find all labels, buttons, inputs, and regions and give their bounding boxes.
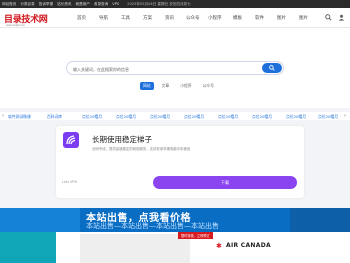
topbar-link-category[interactable]: 分类目录 <box>20 2 34 7</box>
nav-images[interactable]: 图片 <box>277 15 286 21</box>
ad-title: 长期使用稳定梯子 <box>92 135 152 144</box>
quick-link[interactable]: 点位20帽月 <box>286 114 306 120</box>
tab-article[interactable]: 文章 <box>159 82 173 90</box>
ad-description: 全网专线，提供高速稳定的网络服务，支持安卓苹果电脑手机使用 <box>92 147 191 151</box>
tab-official-account[interactable]: 公众号 <box>200 82 217 90</box>
banner-decoration <box>290 208 350 232</box>
banner-subline: 本站出售—本站出售—本站出售—本站出售 <box>86 222 219 230</box>
quick-link[interactable]: 软件测试微课 <box>8 114 31 120</box>
nav-official-account[interactable]: 公众号 <box>186 15 200 21</box>
ad-card[interactable]: 长期使用稳定梯子 全网专线，提供高速稳定的网络服务，支持安卓苹果电脑手机使用 L… <box>56 126 304 198</box>
site-sale-banner[interactable]: 本站出售，点我看价格 本站出售—本站出售—本站出售—本站出售 <box>0 208 350 232</box>
nav-news[interactable]: 资讯 <box>165 15 174 21</box>
topbar-link-news[interactable]: 站长资讯 <box>57 2 71 7</box>
banner-image <box>80 234 190 263</box>
quick-link[interactable]: 点位20帽月 <box>218 114 238 120</box>
nav-home[interactable]: 首页 <box>77 15 86 21</box>
promo-tag: 限时特惠，立即预订 <box>178 232 213 239</box>
topbar-date: 2025年05月04日 星期日 农历四月初七 <box>127 1 191 6</box>
nav-images-2[interactable]: 图片 <box>299 15 308 21</box>
nav-mini-program[interactable]: 小程序 <box>208 15 222 21</box>
chevron-right-icon[interactable]: › <box>344 113 346 119</box>
chevron-left-icon[interactable]: ‹ <box>2 113 4 119</box>
logo-text: 目录技术网 <box>4 14 48 25</box>
user-icon[interactable] <box>337 13 346 22</box>
quick-link[interactable]: 点位20帽月 <box>184 114 204 120</box>
search-button[interactable] <box>262 63 282 73</box>
topbar-link-vps[interactable]: VPS <box>112 2 119 6</box>
topbar-link-query[interactable]: 收录查询 <box>94 2 108 7</box>
search-icon[interactable] <box>324 13 333 22</box>
nav-templates[interactable]: 模板 <box>233 15 242 21</box>
maple-leaf-icon: ✱ <box>216 242 222 250</box>
tab-mini-program[interactable]: 小程序 <box>177 82 194 90</box>
quick-link[interactable]: 百科词库 <box>47 114 62 120</box>
airline-ad-banner[interactable]: 限时特惠，立即预订 ✱ AIR CANADA <box>0 232 350 263</box>
header-icons <box>324 13 346 22</box>
quick-link-bar: ‹ 软件测试微课 百科词库 点位20帽月 点位20帽月 点位20帽月 点位20帽… <box>0 112 350 120</box>
nav-software[interactable]: 软件 <box>255 15 264 21</box>
nav-guide[interactable]: 导航 <box>99 15 108 21</box>
site-header: 目录技术网 www.mulujishu.com 首页 导航 工具 方案 资讯 公… <box>0 8 350 28</box>
quick-link[interactable]: 点位20帽月 <box>150 114 170 120</box>
search-tabs: 网站 文章 小程序 公众号 <box>140 82 217 90</box>
quick-link[interactable]: 点位20帽月 <box>318 114 338 120</box>
top-utility-bar: 网站首页 分类目录 投诉举报 站长资讯 我是用户 收录查询 VPS 2025年0… <box>0 0 350 8</box>
topbar-link-user[interactable]: 我是用户 <box>76 2 90 7</box>
download-button[interactable]: 下载 <box>153 176 297 189</box>
search-hero: 网站 文章 小程序 公众号 <box>0 28 350 108</box>
ad-brand: Letz VPN <box>62 180 78 184</box>
search-icon <box>269 65 275 71</box>
quick-link[interactable]: 点位20帽月 <box>116 114 136 120</box>
logo-subtitle: www.mulujishu.com <box>6 24 25 27</box>
banner-decoration <box>0 208 80 232</box>
app-logo-icon <box>63 132 79 148</box>
nav-plan[interactable]: 方案 <box>143 15 152 21</box>
quick-link[interactable]: 点位20帽月 <box>252 114 272 120</box>
airline-logo-text: AIR CANADA <box>226 242 271 249</box>
topbar-link-home[interactable]: 网站首页 <box>2 2 16 7</box>
tab-site[interactable]: 网站 <box>140 82 154 90</box>
search-box <box>66 61 284 75</box>
quick-link[interactable]: 点位20帽月 <box>82 114 102 120</box>
nav-tools[interactable]: 工具 <box>121 15 130 21</box>
search-input[interactable] <box>73 65 253 73</box>
topbar-link-report[interactable]: 投诉举报 <box>39 2 53 7</box>
banner-image <box>0 232 56 263</box>
site-logo[interactable]: 目录技术网 www.mulujishu.com <box>4 12 48 28</box>
